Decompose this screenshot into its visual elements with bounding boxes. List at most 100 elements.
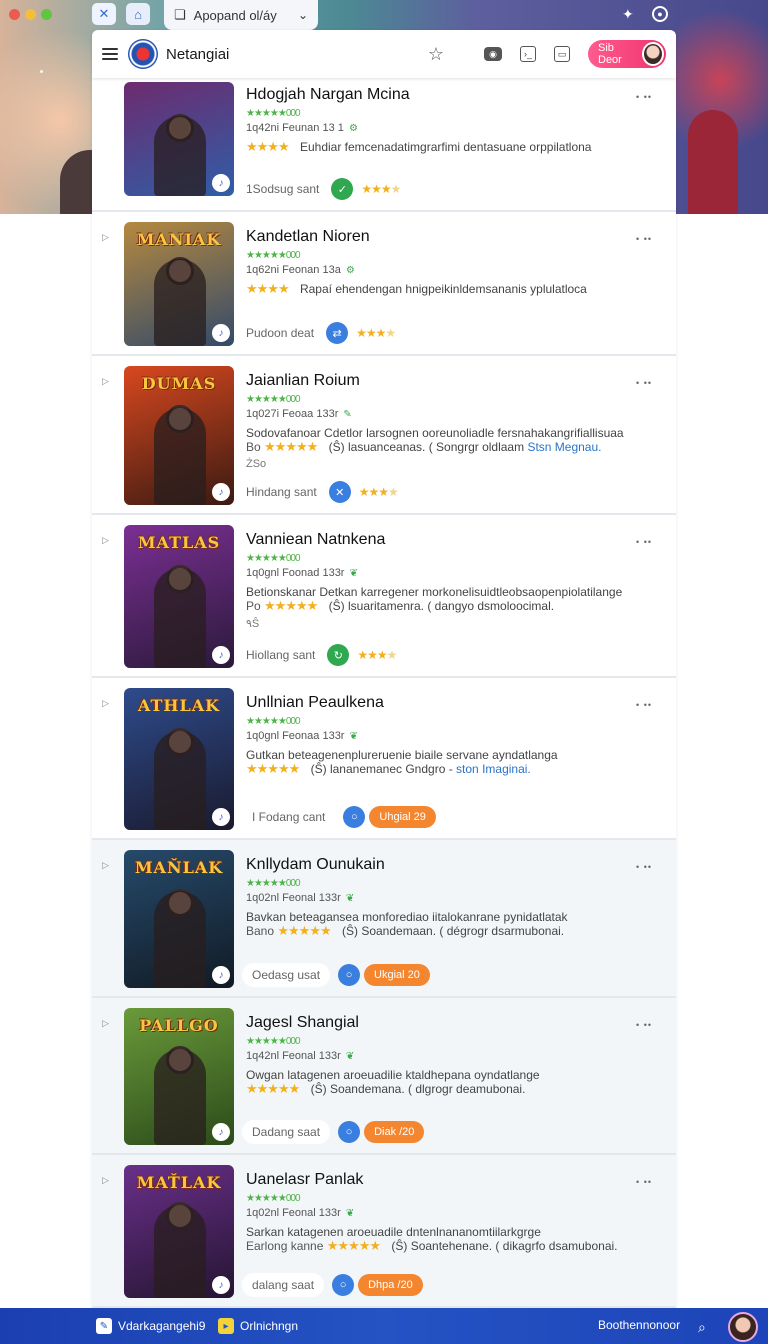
description-line-2: (Ŝ) lasuanceanas. ( Songrgr oldlaam	[328, 440, 525, 454]
thumbnail-badge-icon[interactable]: ♪	[212, 324, 230, 342]
game-thumbnail[interactable]: DUMAS ♪	[124, 366, 234, 505]
profile-icon[interactable]: ●	[652, 6, 668, 22]
thumbnail-wordmark: MANIAK	[136, 230, 222, 249]
game-thumbnail[interactable]: ATHLAK ♪	[124, 688, 234, 830]
thumbnail-badge-icon[interactable]: ♪	[212, 808, 230, 826]
card-actions: Oedasg usat ○ Ukgial 20	[242, 962, 430, 988]
share-action-icon[interactable]: ⇄	[326, 322, 349, 344]
more-options-icon[interactable]: • ••	[636, 234, 652, 244]
thumbnail-badge-icon[interactable]: ♪	[212, 1123, 230, 1141]
close-action-icon[interactable]: ✕	[328, 481, 351, 503]
offer-badge[interactable]: Ukgial 20	[364, 964, 430, 986]
status-text: Dadang saat	[242, 1120, 331, 1144]
star-icon[interactable]: ☆	[426, 44, 446, 64]
game-title[interactable]: Uanelasr Panlak	[246, 1171, 363, 1189]
game-thumbnail[interactable]: MANIAK ♪	[124, 222, 234, 346]
wand-icon: ✎	[343, 409, 352, 420]
camera-icon[interactable]: ◉	[484, 47, 502, 61]
star-rating: ★★★★★	[277, 923, 331, 938]
more-options-icon[interactable]: • ••	[636, 862, 652, 872]
offer-badge[interactable]: Uhgial 29	[369, 806, 436, 828]
play-icon[interactable]: ▷	[102, 1175, 112, 1185]
address-tab[interactable]: ❏ Apopand ol/áy ⌄	[164, 0, 318, 30]
list-item[interactable]: ▷ MAŇLAK ♪ Knllydam Ounukain ★★★★★000 1q0…	[92, 840, 676, 998]
description-link[interactable]: ston Imaginai.	[456, 762, 531, 776]
more-options-icon[interactable]: • ••	[636, 1020, 652, 1030]
game-description: ★★★★ Euhdiar femcenadatimgrarfimi dentas…	[246, 140, 636, 155]
circle-action-icon[interactable]: ○	[338, 964, 361, 986]
maximize-window-button[interactable]	[41, 9, 52, 20]
game-title[interactable]: Knllydam Ounukain	[246, 856, 385, 874]
offer-badge[interactable]: Diak /20	[364, 1121, 425, 1143]
thumbnail-badge-icon[interactable]: ♪	[212, 966, 230, 984]
leaf-icon: ❦	[345, 1208, 355, 1219]
minimize-window-button[interactable]	[25, 9, 36, 20]
description-line-1: Owgan latagenen aroeuadilie ktaldhepana …	[246, 1068, 540, 1082]
description-prefix: Bano	[246, 924, 275, 938]
game-thumbnail[interactable]: MAŇLAK ♪	[124, 850, 234, 988]
game-meta: 1q62ni Feonan 13a ⚙	[246, 264, 355, 276]
description-link[interactable]: Stsn Megnau.	[527, 440, 601, 454]
search-icon[interactable]: ⌕	[698, 1319, 706, 1336]
game-title[interactable]: Unllnian Peaulkena	[246, 694, 384, 712]
thumbnail-badge-icon[interactable]: ♪	[212, 174, 230, 192]
character-body	[154, 116, 206, 196]
bottom-left-label: Vdarkagangehi9	[118, 1319, 206, 1333]
circle-action-icon[interactable]: ○	[343, 806, 366, 828]
bottom-item-mid[interactable]: ▸ Orlnichngn	[218, 1318, 298, 1334]
play-icon[interactable]: ▷	[102, 535, 112, 545]
thumbnail-wordmark: DUMAS	[141, 374, 217, 393]
game-title[interactable]: Hdogjah Nargan Mcina	[246, 86, 410, 104]
more-options-icon[interactable]: • ••	[636, 378, 652, 388]
rating-summary: ★★★★★000	[246, 394, 301, 405]
list-item[interactable]: ▷ ATHLAK ♪ Unllnian Peaulkena ★★★★★000 1q…	[92, 678, 676, 840]
more-options-icon[interactable]: • ••	[636, 537, 652, 547]
chevron-down-icon[interactable]: ⌄	[298, 8, 308, 22]
bottom-item-left[interactable]: ✎ Vdarkagangehi9	[96, 1318, 205, 1334]
bottom-avatar[interactable]	[728, 1312, 758, 1342]
description-line-1: Euhdiar femcenadatimgrarfimi dentasuane …	[299, 140, 592, 154]
circle-action-icon[interactable]: ○	[332, 1274, 355, 1296]
status-text: I Fodang cant	[242, 805, 336, 829]
description-line-1: Betionskanar Detkan karregener morkoneli…	[246, 585, 623, 599]
list-item[interactable]: ▷ DUMAS ♪ Jaianlian Roium ★★★★★000 1q027i…	[92, 356, 676, 515]
bottom-item-right[interactable]: Boothennonoor	[598, 1318, 680, 1332]
thumbnail-badge-icon[interactable]: ♪	[212, 1276, 230, 1294]
list-item[interactable]: ▷ PALLGO ♪ Jagesl Shangial ★★★★★000 1q42n…	[92, 998, 676, 1155]
list-item[interactable]: ▷ MAŤLAK ♪ Uanelasr Panlak ★★★★★000 1q02n…	[92, 1155, 676, 1308]
menu-icon[interactable]	[102, 48, 118, 60]
more-options-icon[interactable]: • ••	[636, 700, 652, 710]
x-icon[interactable]: ✕	[92, 3, 116, 25]
thumbnail-badge-icon[interactable]: ♪	[212, 646, 230, 664]
bookmark-icon[interactable]: ⌂	[126, 3, 150, 25]
thumbnail-badge-icon[interactable]: ♪	[212, 483, 230, 501]
play-icon[interactable]: ▷	[102, 232, 112, 242]
game-thumbnail[interactable]: MATLAS ♪	[124, 525, 234, 668]
terminal-icon[interactable]: ›_	[520, 46, 536, 62]
game-description: ★★★★ Rapaí ehendengan hnigpeikinldemsana…	[246, 282, 636, 297]
check-action-icon[interactable]: ✓	[331, 178, 354, 200]
close-window-button[interactable]	[9, 9, 20, 20]
game-thumbnail[interactable]: PALLGO ♪	[124, 1008, 234, 1145]
game-title[interactable]: Jagesl Shangial	[246, 1014, 359, 1032]
offer-badge[interactable]: Dhpa /20	[358, 1274, 423, 1296]
list-item[interactable]: ♪ Hdogjah Nargan Mcina ★★★★★000 1q42ni Fe…	[92, 78, 676, 212]
list-item[interactable]: ▷ MANIAK ♪ Kandetlan Nioren ★★★★★000 1q62…	[92, 212, 676, 356]
user-button[interactable]: Sib Deor	[588, 40, 666, 68]
document-icon[interactable]: ▭	[554, 46, 570, 62]
game-title[interactable]: Jaianlian Roium	[246, 372, 360, 390]
game-title[interactable]: Vanniean Natnkena	[246, 531, 385, 549]
refresh-action-icon[interactable]: ↻	[327, 644, 350, 666]
play-icon[interactable]: ▷	[102, 698, 112, 708]
play-icon[interactable]: ▷	[102, 860, 112, 870]
list-item[interactable]: ▷ MATLAS ♪ Vanniean Natnkena ★★★★★000 1q0…	[92, 515, 676, 678]
play-icon[interactable]: ▷	[102, 1018, 112, 1028]
more-options-icon[interactable]: • ••	[636, 1177, 652, 1187]
sparkle-icon[interactable]: ✦	[622, 6, 634, 23]
game-title[interactable]: Kandetlan Nioren	[246, 228, 370, 246]
game-thumbnail[interactable]: MAŤLAK ♪	[124, 1165, 234, 1298]
more-options-icon[interactable]: • ••	[636, 92, 652, 102]
game-thumbnail[interactable]: ♪	[124, 82, 234, 196]
play-icon[interactable]: ▷	[102, 376, 112, 386]
circle-action-icon[interactable]: ○	[338, 1121, 361, 1143]
